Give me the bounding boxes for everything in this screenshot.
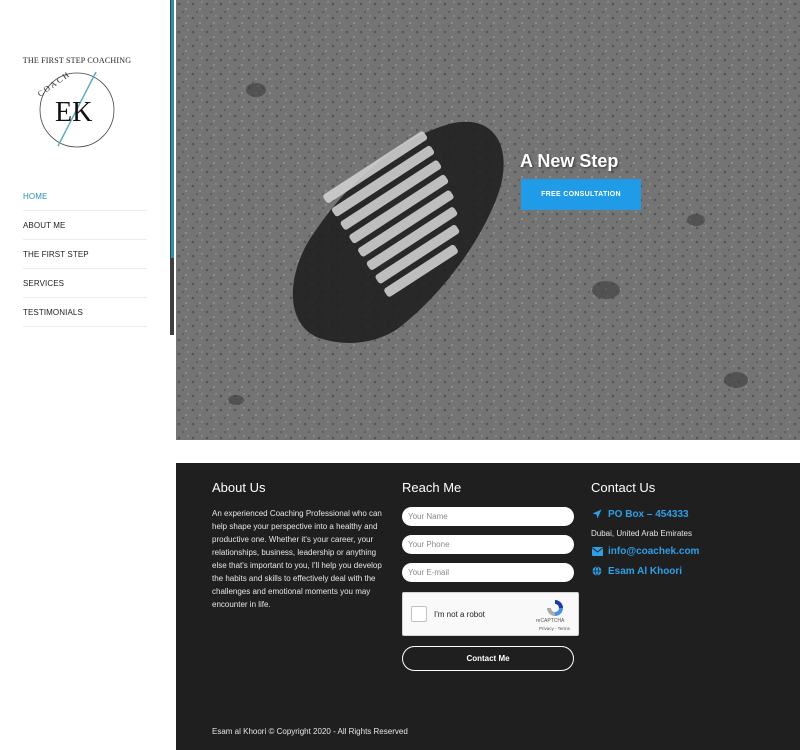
nav-item-label[interactable]: TESTIMONIALS	[23, 308, 83, 317]
recaptcha-label: I'm not a robot	[434, 610, 485, 619]
moon-footprint-image	[176, 0, 800, 440]
recaptcha-checkbox[interactable]	[411, 606, 427, 622]
sidebar: THE FIRST STEP COACHING COACH EK HOME AB…	[0, 0, 172, 750]
name-input[interactable]	[402, 507, 574, 526]
nav-item-home[interactable]: HOME	[23, 182, 147, 211]
reach-title: Reach Me	[402, 480, 462, 495]
hero-banner: A New Step FREE CONSULTATION	[176, 0, 800, 440]
nav-item-label[interactable]: ABOUT ME	[23, 221, 65, 230]
email-row[interactable]: info@coachek.com	[591, 545, 699, 557]
free-consultation-button[interactable]: FREE CONSULTATION	[521, 179, 641, 210]
logo[interactable]: THE FIRST STEP COACHING COACH EK	[22, 52, 132, 157]
recaptcha-brand: reCAPTCHA	[536, 618, 565, 624]
about-title: About Us	[212, 480, 266, 495]
phone-input[interactable]	[402, 535, 574, 554]
name-link[interactable]: Esam Al Khoori	[608, 566, 682, 577]
envelope-icon	[591, 545, 603, 557]
email-link[interactable]: info@coachek.com	[608, 546, 699, 557]
nav-item-services[interactable]: SERVICES	[23, 269, 147, 298]
logo-tagline: THE FIRST STEP COACHING	[22, 56, 132, 65]
hero-title: A New Step	[520, 151, 619, 171]
city-text: Dubai, United Arab Emirates	[591, 529, 692, 538]
contact-title: Contact Us	[591, 480, 656, 495]
logo-arc-text: COACH	[36, 69, 72, 98]
sidebar-scrollbar-thumb[interactable]	[171, 0, 174, 258]
recaptcha-icon	[547, 600, 563, 616]
globe-icon	[591, 565, 603, 577]
logo-initials: EK	[55, 97, 92, 128]
copyright-text: Esam al Khoori © Copyright 2020 - All Ri…	[212, 727, 408, 736]
location-arrow-icon	[591, 508, 603, 520]
recaptcha-links[interactable]: Privacy - Terms	[539, 626, 570, 631]
about-text: An experienced Coaching Professional who…	[212, 509, 382, 609]
name-row[interactable]: Esam Al Khoori	[591, 565, 682, 577]
nav-item-about-me[interactable]: ABOUT ME	[23, 211, 147, 240]
nav-item-label[interactable]: HOME	[23, 192, 47, 201]
nav-item-testimonials[interactable]: TESTIMONIALS	[23, 298, 147, 327]
nav-item-label[interactable]: SERVICES	[23, 279, 64, 288]
main-nav: HOME ABOUT ME THE FIRST STEP SERVICES TE…	[23, 182, 147, 327]
contact-me-button[interactable]: Contact Me	[402, 646, 574, 671]
footer: About Us An experienced Coaching Profess…	[176, 463, 800, 750]
nav-item-the-first-step[interactable]: THE FIRST STEP	[23, 240, 147, 269]
logo-emblem-icon: COACH EK	[36, 69, 115, 148]
nav-item-label[interactable]: THE FIRST STEP	[23, 250, 89, 259]
po-box-text: PO Box – 454333	[608, 508, 689, 520]
email-input[interactable]	[402, 563, 574, 582]
recaptcha-widget: I'm not a robot reCAPTCHA Privacy - Term…	[402, 592, 579, 636]
po-box-row: PO Box – 454333	[591, 508, 689, 520]
